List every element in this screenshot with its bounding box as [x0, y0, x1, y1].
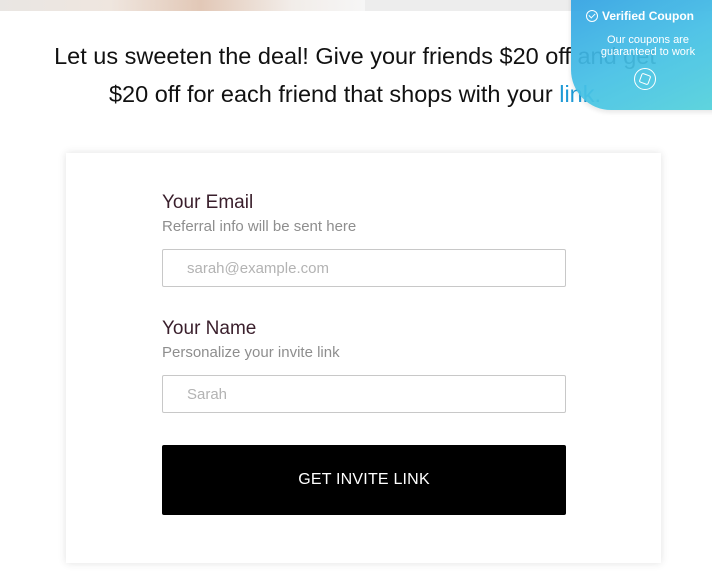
- name-label: Your Name: [162, 318, 257, 339]
- name-hint: Personalize your invite link: [162, 344, 340, 361]
- name-field[interactable]: [162, 375, 566, 413]
- coupon-title-text: Verified Coupon: [602, 9, 695, 23]
- email-hint: Referral info will be sent here: [162, 218, 357, 235]
- get-invite-link-button[interactable]: GET INVITE LINK: [162, 445, 566, 515]
- hero-photo: [0, 0, 365, 11]
- check-circle-icon: [586, 10, 598, 22]
- email-field[interactable]: [162, 249, 566, 287]
- coupon-badge-subtitle: Our coupons are guaranteed to work: [587, 34, 709, 58]
- coupon-subtitle-line2: guaranteed to work: [600, 46, 696, 58]
- email-label: Your Email: [162, 192, 254, 213]
- coupon-logo-icon: [634, 68, 656, 90]
- coupon-badge-title: Verified Coupon: [586, 9, 712, 23]
- coupon-subtitle-line1: Our coupons are: [607, 34, 689, 46]
